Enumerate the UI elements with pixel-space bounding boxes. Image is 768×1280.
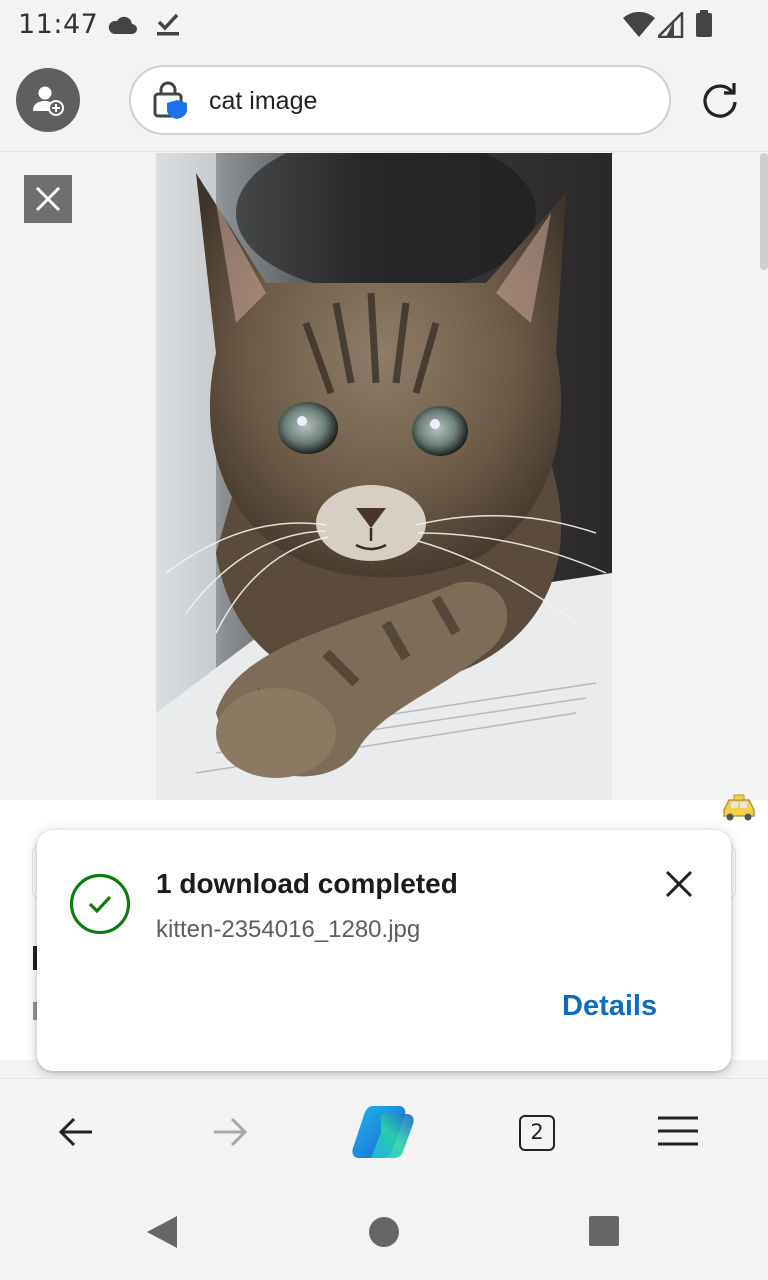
shield-lock-icon[interactable] <box>151 80 191 120</box>
kitten-image[interactable] <box>156 153 612 800</box>
bottom-toolbar: 2 <box>0 1078 768 1184</box>
wifi-icon <box>623 12 655 37</box>
arrow-left-icon[interactable] <box>58 1115 96 1149</box>
check-circle-icon <box>69 873 131 935</box>
close-icon[interactable] <box>661 866 697 902</box>
battery-icon <box>696 10 712 37</box>
browser-toolbar: cat image <box>0 48 768 152</box>
address-bar[interactable]: cat image <box>129 65 671 135</box>
download-completed-toast: 1 download completed kitten-2354016_1280… <box>37 830 731 1071</box>
tab-switcher-button[interactable]: 2 <box>519 1115 555 1151</box>
details-button[interactable]: Details <box>562 990 657 1023</box>
profile-button[interactable] <box>16 68 80 132</box>
status-bar: 11:47 <box>0 0 768 48</box>
close-icon <box>35 186 61 212</box>
taxi-icon <box>723 794 755 821</box>
signal-icon <box>658 12 684 38</box>
back-triangle-icon[interactable] <box>145 1214 179 1250</box>
reload-icon[interactable] <box>698 78 742 122</box>
address-text[interactable]: cat image <box>209 87 317 116</box>
add-profile-icon <box>33 86 64 116</box>
copilot-icon[interactable] <box>351 1104 415 1160</box>
scrollbar-thumb[interactable] <box>760 153 768 270</box>
system-navigation-bar <box>0 1184 768 1280</box>
toast-filename: kitten-2354016_1280.jpg <box>156 916 421 943</box>
web-content <box>0 153 768 800</box>
toast-title: 1 download completed <box>156 868 458 899</box>
menu-icon[interactable] <box>658 1115 698 1147</box>
recents-square-icon[interactable] <box>589 1216 619 1246</box>
image-close-button[interactable] <box>24 175 72 223</box>
status-time: 11:47 <box>18 9 99 40</box>
download-done-icon <box>157 13 179 36</box>
cloud-icon <box>108 16 137 34</box>
home-circle-icon[interactable] <box>368 1216 400 1248</box>
arrow-right-icon[interactable] <box>210 1115 248 1149</box>
